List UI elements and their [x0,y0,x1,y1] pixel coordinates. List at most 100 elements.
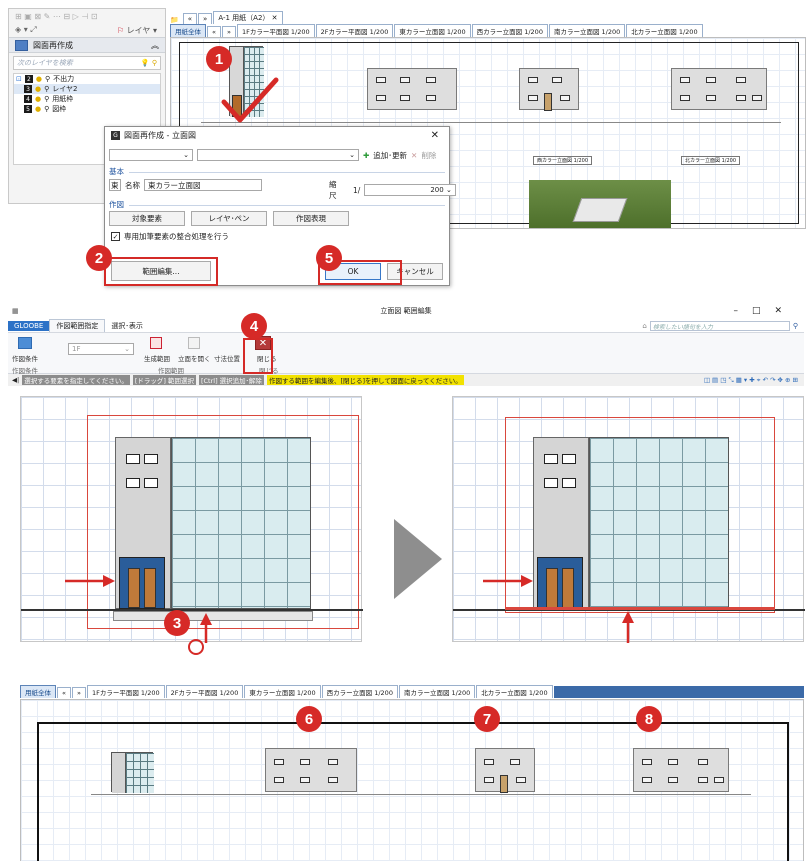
tab-2f-plan[interactable]: 2Fカラー平面図 1/200 [315,24,394,37]
condition-icon[interactable] [18,337,32,349]
tab-south-elevation[interactable]: 南カラー立面図 1/200 [548,24,626,37]
generate-range-icon[interactable] [150,337,162,349]
tree-icon: ⊡ [16,75,22,83]
tab-whole-sheet[interactable]: 用紙全体 [20,685,56,698]
nav-next-button[interactable]: » [221,26,236,37]
pin-icon[interactable]: ⚲ [44,95,49,103]
group-basic-label: 基本 [109,167,124,176]
elevation-canvas-before[interactable] [20,396,363,643]
status-instruction: 作図する範囲を編集後、[閉じる]を押して図面に戻ってください。 [266,375,464,385]
direction-field[interactable]: 東 [109,179,121,191]
tab-range-spec[interactable]: 作図範囲指定 [49,319,106,332]
pin-icon[interactable]: ⚲ [44,85,49,93]
layer-item[interactable]: 5 ● ⚲ 図枠 [14,104,160,114]
collapse-icon[interactable]: ︽ [151,40,159,51]
sheet-tab-label: A-1 用紙（A2） [218,14,270,22]
result-canvas[interactable] [20,699,804,861]
elevation-building [111,752,154,793]
nav-prev-button[interactable]: « [182,13,198,24]
close-icon[interactable]: ✕ [431,130,439,141]
layer-panel-header[interactable]: 図面再作成 ︽ [9,37,165,53]
tab-1f-plan[interactable]: 1Fカラー平面図 1/200 [236,24,315,37]
ribbon-search-input[interactable]: 検索したい語句を入力 [649,320,790,331]
condition-button-label[interactable]: 作図条件 [12,353,38,363]
tab-app[interactable]: GLOOBE [8,320,50,331]
add-update-button[interactable]: 追加･更新 [373,150,407,161]
callout-8: 8 [636,706,662,732]
nav-next-button[interactable]: » [71,687,86,698]
ribbon-search[interactable]: ⌂ 検索したい語句を入力 ⚲ [642,320,798,331]
sheet-tab[interactable]: A-1 用紙（A2） ✕ [213,11,283,24]
nav-next-button[interactable]: » [198,13,213,24]
layer-item[interactable]: ⊡ 2 ● ⚲ 不出力 [14,74,160,84]
pin-icon[interactable]: ⚲ [45,75,50,83]
checkmark-icon [221,77,279,123]
delete-button[interactable]: 削除 [421,150,436,161]
bulb-icon[interactable]: ● [35,85,41,93]
arrow-right-icon [483,575,533,587]
tabbar-filler [553,686,804,698]
preset-select-1[interactable]: ⌄ [109,149,193,161]
app-logo-icon: G [111,130,120,140]
tab-east-elevation[interactable]: 東カラー立面図 1/200 [244,685,321,698]
scale-select[interactable]: 200 ⌄ [364,184,456,196]
scale-value: 200 [430,186,444,194]
dim-position-label[interactable]: 寸法位置 [214,353,240,363]
layer-toolbar-2: ◈ ▾ ⤢ ⚐ レイヤ ▾ [9,23,165,37]
layer-label: 用紙枠 [52,95,74,103]
elevation-canvas-after[interactable] [452,396,805,643]
name-input[interactable]: 東カラー立面図 [144,179,262,191]
status-toolbar-icons[interactable]: ◫ ▤ ◳ ⤡ ▦ ▾ ✚ ⌖ ↶ ↷ ✥ ⊕ ⊞ [704,376,798,385]
layer-item[interactable]: 4 ● ⚲ 用紙枠 [14,94,160,104]
drawing-expression-button[interactable]: 作図表現 [273,211,349,226]
group-drawing-label: 作図 [109,200,124,209]
toolbar-icons[interactable]: ⊞ ▣ ⊠ ✎ ⋯ ⊟ ▷ ⊣ ⊡ [15,12,98,21]
drag-handle-highlight[interactable] [188,639,204,655]
bulb-icon[interactable]: ● [35,95,41,103]
layer-search-placeholder: 次のレイヤを検索 [17,59,73,67]
layer-pen-button[interactable]: レイヤ･ペン [191,211,267,226]
app-icon: ▦ [12,307,19,315]
ground-line [91,794,751,795]
tab-select-display[interactable]: 選択･表示 [105,320,149,332]
elevation-building [519,68,579,111]
target-elements-button[interactable]: 対象要素 [109,211,185,226]
generate-range-label[interactable]: 生成範囲 [144,353,170,363]
search-icon[interactable]: ⚲ [793,322,798,330]
tab-north-elevation[interactable]: 北カラー立面図 1/200 [626,24,703,37]
visibility-icon[interactable]: ◈ ▾ ⤢ [15,25,37,35]
layer-search-input[interactable]: 次のレイヤを検索 💡 ⚲ [13,56,161,70]
tab-north-elevation[interactable]: 北カラー立面図 1/200 [476,685,553,698]
bulb-icon[interactable]: ● [36,75,42,83]
window-controls[interactable]: –□✕ [733,306,796,316]
bulb-icon[interactable]: ● [35,105,41,113]
drawing-label: 西カラー立面図 1/200 [533,156,592,165]
tab-west-elevation[interactable]: 西カラー立面図 1/200 [471,24,548,37]
new-tab-icon[interactable]: 📁 [170,16,179,24]
open-elevation-icon[interactable] [188,337,200,349]
add-icon: ✚ [363,150,370,160]
callout-3: 3 [164,610,190,636]
tab-2f-plan[interactable]: 2Fカラー平面図 1/200 [165,685,244,698]
open-elevation-label[interactable]: 立面を開く [178,353,211,363]
tab-west-elevation[interactable]: 西カラー立面図 1/200 [321,685,398,698]
nav-prev-button[interactable]: « [207,26,221,37]
bulb-icons[interactable]: 💡 ⚲ [141,59,160,67]
layer-dropdown[interactable]: ⚐ レイヤ ▾ [117,25,157,36]
transition-arrow-icon [394,519,442,599]
tab-east-elevation[interactable]: 東カラー立面図 1/200 [394,24,471,37]
consistency-checkbox[interactable]: ✓ [111,232,120,241]
tab-1f-plan[interactable]: 1Fカラー平面図 1/200 [86,685,165,698]
preset-select-2[interactable]: ⌄ [197,149,359,161]
view-tabbar: 用紙全体 « » 1Fカラー平面図 1/200 2Fカラー平面図 1/200 東… [170,24,810,37]
pin-icon[interactable]: ⚲ [44,105,49,113]
floor-select[interactable]: 1F ⌄ [68,343,134,355]
layer-item[interactable]: 3 ● ⚲ レイヤ2 [14,84,160,94]
dialog-titlebar: G 図面再作成 - 立面図 [105,127,449,143]
close-icon[interactable]: ✕ [272,14,278,22]
arrow-up-icon [622,611,634,643]
entrance-door [537,557,583,609]
nav-prev-button[interactable]: « [57,687,71,698]
tab-south-elevation[interactable]: 南カラー立面図 1/200 [398,685,476,698]
tab-whole-sheet[interactable]: 用紙全体 [170,24,206,37]
